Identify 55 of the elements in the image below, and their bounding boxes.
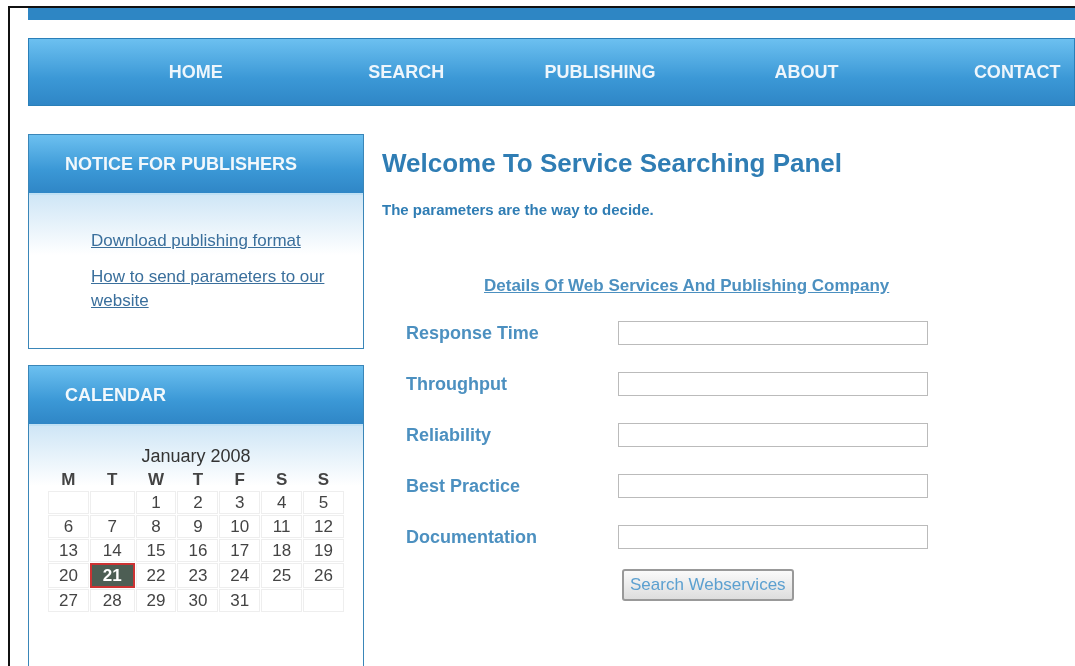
calendar-day[interactable]: 7 bbox=[89, 515, 135, 538]
calendar-day[interactable]: 11 bbox=[261, 515, 303, 538]
calendar-day[interactable]: 15 bbox=[135, 539, 177, 562]
calendar-day[interactable]: 10 bbox=[219, 515, 261, 538]
weekday-label: T bbox=[191, 470, 205, 490]
field-label: Reliability bbox=[406, 424, 493, 446]
notice-link[interactable]: How to send parameters to our website bbox=[91, 265, 333, 313]
calendar-day[interactable]: 25 bbox=[261, 563, 303, 588]
calendar-day[interactable]: 16 bbox=[177, 539, 219, 562]
calendar-month: January 2008 bbox=[140, 446, 252, 467]
calendar-day[interactable]: 23 bbox=[177, 563, 219, 588]
weekday-label: S bbox=[316, 470, 331, 490]
calendar-day[interactable]: 18 bbox=[261, 539, 303, 562]
calendar-day[interactable]: 4 bbox=[261, 491, 303, 514]
weekday-label: W bbox=[147, 470, 166, 490]
calendar-day[interactable]: 19 bbox=[303, 539, 344, 562]
weekday-label: M bbox=[60, 470, 77, 490]
calendar-day[interactable]: 20 bbox=[48, 563, 89, 588]
field-label: Best Practice bbox=[406, 475, 522, 497]
calendar-day[interactable]: 30 bbox=[177, 589, 219, 612]
calendar-day[interactable]: 28 bbox=[89, 589, 135, 612]
notice-link[interactable]: Download publishing format bbox=[91, 229, 333, 253]
page-heading: Welcome To Service Searching Panel bbox=[382, 148, 843, 179]
input-field[interactable] bbox=[618, 321, 928, 345]
calendar-day[interactable]: 21 bbox=[89, 563, 135, 588]
field-label: Response Time bbox=[406, 322, 540, 344]
calendar-day[interactable]: 31 bbox=[219, 589, 261, 612]
field-label: Throughput bbox=[406, 373, 508, 395]
calendar-day[interactable]: 13 bbox=[48, 539, 89, 562]
calendar-day[interactable]: 17 bbox=[219, 539, 261, 562]
field-label: Documentation bbox=[406, 526, 538, 548]
calendar-day[interactable]: 8 bbox=[135, 515, 177, 538]
intro-text: The parameters are the way to decide. bbox=[382, 201, 655, 218]
calendar-day[interactable]: 9 bbox=[177, 515, 219, 538]
weekday-label: S bbox=[274, 470, 289, 490]
calendar-day[interactable]: 26 bbox=[303, 563, 344, 588]
calendar-day[interactable]: 6 bbox=[48, 515, 89, 538]
calendar-day[interactable]: 1 bbox=[135, 491, 177, 514]
weekday-label: F bbox=[233, 470, 246, 490]
calendar-day[interactable]: 22 bbox=[135, 563, 177, 588]
calendar-day[interactable]: 14 bbox=[89, 539, 135, 562]
calendar-day[interactable]: 27 bbox=[48, 589, 89, 612]
input-field[interactable] bbox=[618, 525, 928, 549]
weekday-label: T bbox=[106, 470, 119, 490]
input-field[interactable] bbox=[618, 423, 928, 447]
panel-title: CALENDAR bbox=[29, 366, 363, 426]
calendar-day[interactable]: 12 bbox=[303, 515, 344, 538]
input-field[interactable] bbox=[618, 474, 928, 498]
calendar-day[interactable]: 5 bbox=[303, 491, 344, 514]
calendar-day[interactable]: 2 bbox=[177, 491, 219, 514]
calendar-day[interactable]: 3 bbox=[219, 491, 261, 514]
panel-title: NOTICE FOR PUBLISHERS bbox=[29, 135, 363, 195]
input-field[interactable] bbox=[618, 372, 928, 396]
calendar-day[interactable]: 29 bbox=[135, 589, 177, 612]
calendar-day[interactable]: 24 bbox=[219, 563, 261, 588]
